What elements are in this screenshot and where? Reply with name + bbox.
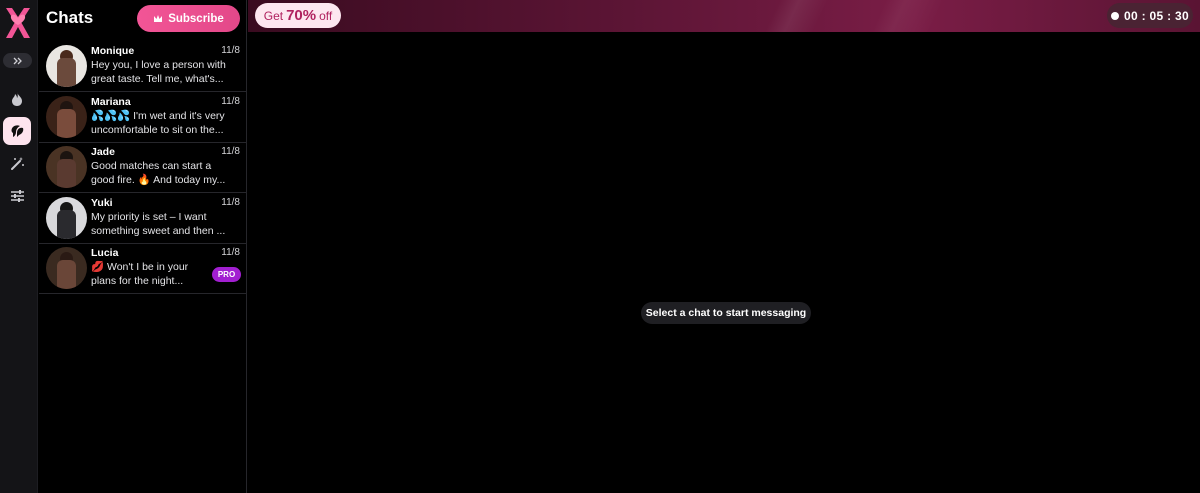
clock-icon [1111,11,1119,20]
promo-discount-button[interactable]: Get 70% off [255,3,341,28]
timer-value: 00 : 05 : 30 [1124,8,1189,23]
chat-date: 11/8 [221,96,240,107]
sliders-icon [10,190,24,202]
chat-list-panel: Chats Subscribe Monique 11/8 Hey you, I … [39,0,247,493]
nav-chats-button[interactable] [3,117,31,145]
chat-name: Yuki [91,197,113,209]
chat-name: Monique [91,45,135,57]
flame-icon [12,92,22,106]
chat-item-monique[interactable]: Monique 11/8 Hey you, I love a person wi… [39,41,247,92]
chat-date: 11/8 [221,197,240,208]
empty-state-message: Select a chat to start messaging [641,302,811,324]
chat-preview: 💋 Won't I be in your plans for the night… [91,261,189,287]
pro-badge: PRO [212,267,241,282]
chat-item-lucia[interactable]: Lucia 11/8 💋 Won't I be in your plans fo… [39,243,247,294]
chat-name: Jade [91,146,115,158]
nav-create-button[interactable] [3,149,31,177]
chat-bubble-icon [11,125,24,137]
avatar [46,197,87,239]
chat-date: 11/8 [221,45,240,56]
nav-settings-button[interactable] [3,182,31,210]
promo-banner: Get 70% off 00 : 05 : 30 [248,0,1200,32]
chat-date: 11/8 [221,146,240,157]
promo-suffix: off [319,8,333,23]
nav-rail [0,0,38,493]
nav-discover-button[interactable] [3,85,31,113]
chat-preview: Hey you, I love a person with great tast… [91,59,226,85]
chat-name: Mariana [91,96,131,108]
avatar [46,45,87,87]
app-root: Chats Subscribe Monique 11/8 Hey you, I … [0,0,1200,493]
chat-item-mariana[interactable]: Mariana 11/8 💦💦💦 I'm wet and it's very u… [39,92,247,143]
chat-item-jade[interactable]: Jade 11/8 Good matches can start a good … [39,142,247,193]
subscribe-button[interactable]: Subscribe [137,5,240,32]
expand-icon [13,57,22,64]
chat-preview: 💦💦💦 I'm wet and it's very uncomfortable … [91,110,225,136]
chats-title: Chats [46,8,94,27]
avatar [46,96,87,138]
subscribe-label: Subscribe [168,12,224,25]
chat-preview: Good matches can start a good fire. 🔥 An… [91,160,226,186]
promo-prefix: Get [263,8,284,23]
promo-percent: 70% [286,7,317,24]
avatar [46,146,87,188]
chat-preview: My priority is set – I want something sw… [91,211,226,237]
magic-wand-icon [10,156,24,170]
logo-x-icon[interactable] [3,5,33,41]
crown-icon [154,15,163,22]
chat-date: 11/8 [221,247,240,258]
expand-sidebar-button[interactable] [3,53,32,68]
avatar [46,247,87,289]
countdown-timer: 00 : 05 : 30 [1107,3,1193,28]
chat-item-yuki[interactable]: Yuki 11/8 My priority is set – I want so… [39,193,247,244]
chat-name: Lucia [91,247,119,259]
